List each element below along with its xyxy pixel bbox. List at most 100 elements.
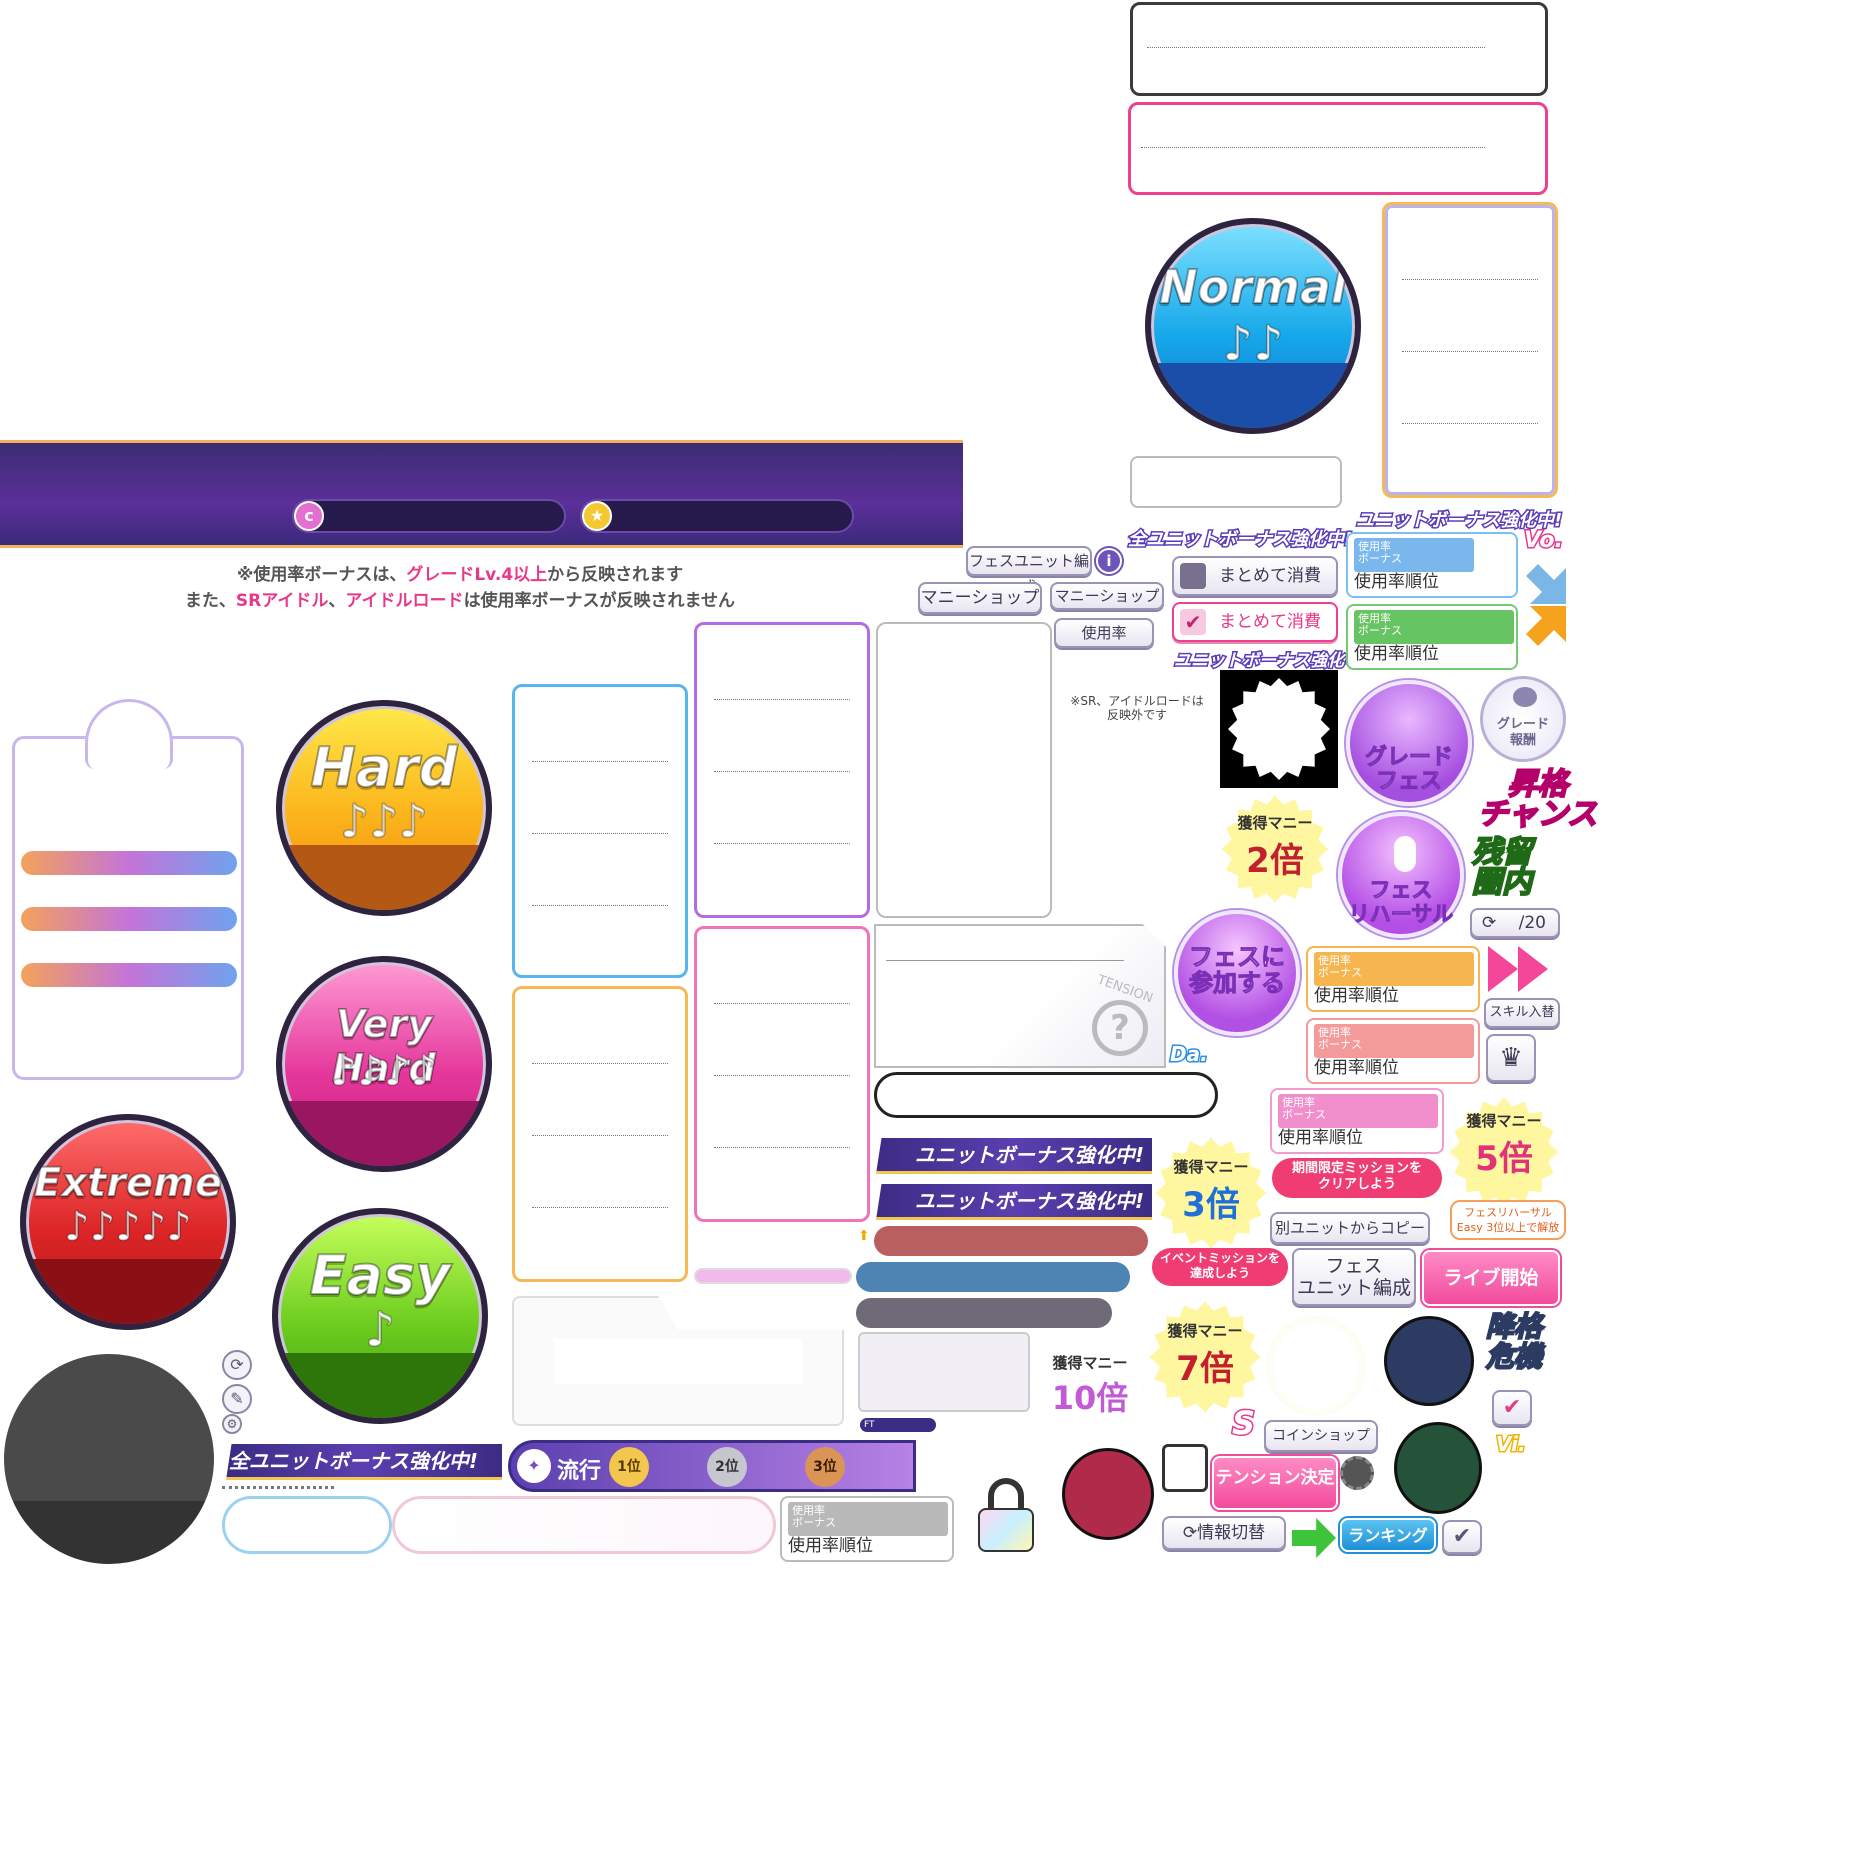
glow-circle xyxy=(1266,1316,1366,1416)
input-slot-left[interactable] xyxy=(222,1496,392,1554)
empty-checkbox[interactable] xyxy=(1162,1444,1208,1492)
dark-circle-backdrop xyxy=(4,1354,214,1564)
coin-icon: c xyxy=(294,501,324,531)
text-box-dark xyxy=(1130,2,1548,96)
difficulty-hard-label: Hard xyxy=(310,735,459,800)
checkbox-grey[interactable]: ✔ xyxy=(1442,1520,1482,1554)
difficulty-hard-button[interactable]: Hard ♪♪♪ xyxy=(276,700,492,916)
money-bag-icon xyxy=(1513,687,1537,707)
pencil-icon[interactable]: ✎ xyxy=(222,1384,252,1414)
ft-gauge: FT xyxy=(860,1418,936,1432)
usage-bonus-card-blue: 使用率 ボーナス 使用率順位 xyxy=(1346,532,1518,598)
usage-bonus-notice: ※使用率ボーナスは、グレードLv.4以上から反映されます また、SRアイドル、ア… xyxy=(184,565,736,611)
refresh-icon-small[interactable]: ⟳ xyxy=(222,1350,252,1380)
switch-icon: ⟳ xyxy=(1182,1523,1198,1543)
settings-icon[interactable]: ⚙ xyxy=(222,1414,242,1434)
all-unit-bonus-ribbon: 全ユニットボーナス強化中! xyxy=(226,1444,502,1480)
demotion-risk-heading: 降格 危機 xyxy=(1485,1310,1543,1373)
join-fes-button[interactable]: フェスに 参加する xyxy=(1174,910,1300,1036)
checkbox-pink[interactable]: ✔ xyxy=(1492,1390,1532,1426)
fes-rehearsal-button[interactable]: フェス リハーサル xyxy=(1338,812,1464,938)
blank-panel-lilac xyxy=(858,1332,1030,1412)
stay-zone-heading: 残留 圏内 xyxy=(1471,835,1533,900)
difficulty-easy-notes: ♪ xyxy=(364,1301,397,1359)
rehearsal-unlock-note: フェスリハーサル Easy 3位以上で解放 xyxy=(1450,1200,1566,1240)
ruled-panel-pink xyxy=(694,926,870,1222)
live-start-button[interactable]: ライブ開始 xyxy=(1422,1250,1560,1306)
usage-bonus-card-orange: 使用率 ボーナス 使用率順位 xyxy=(1306,946,1480,1012)
unit-bonus-label-mid: ユニットボーナス強化中! xyxy=(1173,650,1371,673)
ruled-panel-orange-2 xyxy=(512,986,688,1282)
usage-rate-button[interactable]: 使用率 xyxy=(1054,618,1154,648)
difficulty-easy-label: Easy xyxy=(309,1243,452,1308)
ruled-panel-blue xyxy=(512,684,688,978)
promotion-chance-heading: 昇格 チャンス xyxy=(1477,767,1598,832)
input-slot-right[interactable] xyxy=(392,1496,776,1554)
money-shop-button[interactable]: マニーショップ xyxy=(918,582,1042,614)
winged-profile-card xyxy=(12,699,244,1080)
fes-unit-edit-button[interactable]: フェスユニット編成 xyxy=(966,546,1092,596)
speech-circle-green xyxy=(1394,1422,1482,1514)
arrow-down-icon xyxy=(1526,564,1566,604)
event-mission-tag[interactable]: イベントミッションを 達成しよう xyxy=(1152,1248,1288,1286)
skill-swap-button[interactable]: スキル入替 xyxy=(1484,998,1560,1028)
question-icon: ? xyxy=(1092,1000,1148,1056)
sr-note: ※SR、アイドルロードは 反映外です xyxy=(1070,694,1204,722)
usage-bonus-card-grey: 使用率 ボーナス 使用率順位 xyxy=(780,1496,954,1562)
s-rank-tag: S xyxy=(1230,1403,1256,1444)
speech-circle-crimson xyxy=(1062,1448,1154,1540)
info-icon[interactable]: i xyxy=(1096,548,1122,574)
tension-decide-button[interactable]: テンション決定 xyxy=(1212,1456,1338,1510)
copy-from-other-unit-button[interactable]: 別ユニットからコピー xyxy=(1270,1212,1430,1244)
unit-bonus-ribbon-2: ユニットボーナス強化中! xyxy=(876,1184,1152,1220)
header-bar: c ★ xyxy=(0,440,963,548)
refresh-icon: ⟳ xyxy=(1482,913,1497,933)
dashed-circle xyxy=(1340,1456,1374,1490)
coin-gauge xyxy=(292,499,566,533)
trend-label: 流行 xyxy=(557,1459,602,1484)
blank-panel-grey xyxy=(876,622,1052,918)
speech-circle-navy xyxy=(1384,1316,1474,1406)
info-switch-button[interactable]: ⟳情報切替 xyxy=(1162,1516,1286,1550)
scalloped-frame xyxy=(1220,670,1338,788)
speech-bubble-small xyxy=(1130,456,1342,508)
speech-bubble-wide xyxy=(874,1072,1218,1118)
difficulty-extreme-label: Extreme xyxy=(33,1159,223,1207)
difficulty-normal-label: Normal xyxy=(1158,259,1348,315)
money-3x-text: 獲得マニー 3倍 xyxy=(1173,1158,1249,1225)
wings-emblem-icon xyxy=(85,699,173,769)
grade-fes-button[interactable]: グレード フェス xyxy=(1346,680,1472,806)
rank-2-medal: 2位 xyxy=(707,1447,747,1487)
coin-shop-button[interactable]: コインショップ xyxy=(1264,1420,1378,1452)
star-gauge xyxy=(580,499,854,533)
trend-bar: ✦ 流行 1位 2位 3位 xyxy=(508,1440,916,1492)
color-bar-pink-thin xyxy=(694,1268,852,1284)
dotted-divider xyxy=(222,1486,334,1489)
costume-button[interactable]: ♛ xyxy=(1486,1034,1536,1082)
up-arrow-icon: ⬆ xyxy=(858,1228,870,1244)
difficulty-very-hard-notes: ♪♪♪♪ xyxy=(329,1045,438,1096)
green-arrow-icon xyxy=(1292,1518,1336,1558)
unit-bonus-ribbon-1: ユニットボーナス強化中! xyxy=(876,1138,1152,1174)
color-bar-grey xyxy=(856,1298,1112,1328)
difficulty-normal-button[interactable]: Normal ♪♪ xyxy=(1145,218,1361,434)
fast-forward-icon[interactable] xyxy=(1488,946,1548,992)
grade-reward-button[interactable]: グレード 報酬 xyxy=(1480,676,1566,762)
ruled-panel-purple xyxy=(694,622,870,918)
limited-mission-tag[interactable]: 期間限定ミッションを クリアしよう xyxy=(1272,1158,1442,1198)
bulk-consume-toggle-on[interactable]: ✔ まとめて消費 xyxy=(1172,602,1338,642)
difficulty-very-hard-button[interactable]: Very Hard ♪♪♪♪ xyxy=(276,956,492,1172)
checkbox-empty-icon xyxy=(1180,563,1206,589)
trend-icon: ✦ xyxy=(517,1449,551,1483)
rank-1-medal: 1位 xyxy=(609,1447,649,1487)
ranking-button[interactable]: ランキング xyxy=(1340,1518,1436,1552)
color-bar-blue xyxy=(856,1262,1130,1292)
difficulty-extreme-button[interactable]: Extreme ♪♪♪♪♪ xyxy=(20,1114,236,1330)
difficulty-easy-button[interactable]: Easy ♪ xyxy=(272,1208,488,1424)
fes-unit-edit-large-button[interactable]: フェス ユニット編成 xyxy=(1292,1248,1416,1306)
vi-tag: Vi. xyxy=(1495,1431,1528,1458)
money-shop-button-alt[interactable]: マニーショップ xyxy=(1050,582,1164,610)
bulk-consume-active-label: まとめて消費 xyxy=(1219,612,1321,632)
bulk-consume-toggle-off[interactable]: まとめて消費 xyxy=(1172,556,1338,596)
rank-3-medal: 3位 xyxy=(805,1447,845,1487)
